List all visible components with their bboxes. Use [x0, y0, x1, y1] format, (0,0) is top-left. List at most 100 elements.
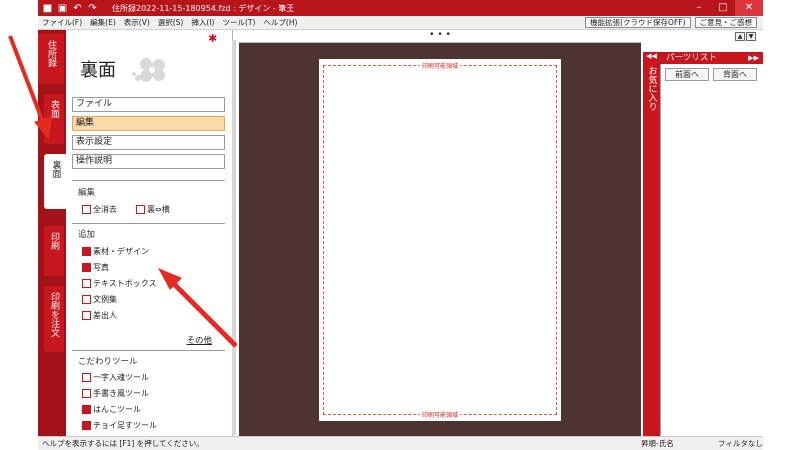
add-textbox-button[interactable]: テキストボックス — [82, 278, 157, 289]
printable-area — [323, 65, 557, 415]
status-bar: ヘルプを表示するには [F1] を押してください。 昇順-氏名 フィルタなし — [38, 436, 763, 450]
add-photo-label: 写真 — [93, 263, 109, 272]
choi-tashi-tool-label: チョイ足すツール — [93, 421, 157, 430]
orientation-button[interactable]: 裏⇔横 — [136, 204, 170, 215]
menu-file-button[interactable]: ファイル — [72, 97, 225, 112]
design-canvas[interactable]: 印刷可能領域 印刷可能領域 — [239, 43, 641, 436]
tab-front[interactable]: 表面 — [44, 94, 64, 144]
handwriting-tool-label: 手書き風ツール — [93, 389, 149, 398]
undo-icon[interactable]: ↶ — [72, 3, 83, 14]
printable-area-label-top: 印刷可能領域 — [419, 61, 461, 70]
close-button[interactable]: ✕ — [735, 0, 763, 16]
menu-bar: ファイル(F) 編集(E) 表示(V) 選択(S) 挿入(I) ツール(T) ヘ… — [38, 16, 763, 30]
stamp-tool-button[interactable]: はんこツール — [82, 404, 141, 415]
parts-list-title: パーツリスト — [666, 53, 717, 63]
sender-icon — [82, 311, 91, 320]
divider — [72, 350, 225, 351]
tab-print[interactable]: 印刷 — [44, 226, 64, 276]
add-section-heading: 追加 — [78, 230, 96, 240]
menu-right-buttons: 機能拡張(クラウド保存OFF) ご意見・ご感想 — [585, 17, 757, 28]
add-photo-button[interactable]: 写真 — [82, 262, 109, 273]
zoom-down-button[interactable]: ▼ — [746, 32, 756, 41]
add-material-design-button[interactable]: 素材・デザイン — [82, 246, 149, 257]
save-icon[interactable]: ▣ — [57, 3, 68, 14]
redo-icon[interactable]: ↷ — [87, 3, 98, 14]
brush-icon — [82, 373, 91, 382]
choi-tashi-tool-button[interactable]: チョイ足すツール — [82, 420, 157, 431]
mode-tabs: 住所録 表面 裏面 印刷 印刷を注文 — [38, 30, 67, 436]
tab-address-book[interactable]: 住所録 — [38, 34, 64, 84]
tab-order-print-label: 印刷を注文 — [49, 292, 59, 337]
menu-file[interactable]: ファイル(F) — [38, 17, 86, 28]
menu-edit[interactable]: 編集(E) — [86, 17, 120, 28]
add-material-design-label: 素材・デザイン — [93, 247, 149, 256]
menu-select[interactable]: 選択(S) — [154, 17, 188, 28]
menu-display-settings-button[interactable]: 表示設定 — [72, 135, 225, 150]
sample-text-icon — [82, 295, 91, 304]
sort-status: 昇順-氏名 — [641, 439, 674, 448]
add-sender-button[interactable]: 差出人 — [82, 310, 117, 321]
stamp-tool-label: はんこツール — [93, 405, 141, 414]
menu-insert[interactable]: 挿入(I) — [187, 17, 218, 28]
chevron-left-icon[interactable]: ◀◀ — [643, 52, 660, 63]
gear-icon[interactable]: ✱ — [208, 32, 217, 45]
material-icon — [82, 247, 91, 256]
flower-decoration-icon — [132, 58, 165, 82]
favorites-tab[interactable]: お気に入り — [643, 52, 660, 436]
textbox-icon — [82, 279, 91, 288]
extensions-button[interactable]: 機能拡張(クラウド保存OFF) — [585, 17, 691, 28]
divider — [72, 223, 225, 224]
menu-instructions-button[interactable]: 操作説明 — [72, 154, 225, 169]
postcard-back[interactable]: 印刷可能領域 印刷可能領域 — [319, 59, 561, 421]
zoom-up-button[interactable]: ▲ — [735, 32, 745, 41]
menu-view[interactable]: 表示(V) — [120, 17, 154, 28]
pen-icon — [82, 389, 91, 398]
window-title: 住所録2022-11-15-180954.fzd : デザイン - 筆王 — [112, 3, 295, 13]
stamp-icon — [82, 405, 91, 414]
panel-title: 裏面 — [80, 60, 116, 81]
menu-tools[interactable]: ツール(T) — [218, 17, 259, 28]
orientation-label: 裏⇔横 — [147, 205, 170, 214]
minimize-button[interactable]: – — [687, 0, 711, 16]
filter-status: フィルタなし — [718, 439, 763, 448]
left-panel-scrollbar[interactable] — [232, 40, 236, 435]
tab-address-book-label: 住所録 — [46, 40, 56, 67]
page-icon — [82, 205, 91, 214]
menu-edit-button[interactable]: 編集 — [72, 116, 225, 131]
window-controls: – □ ✕ — [687, 0, 763, 16]
app-window: ■ ▣ ↶ ↷ 住所録2022-11-15-180954.fzd : デザイン … — [0, 0, 800, 450]
add-sample-text-button[interactable]: 文例集 — [82, 294, 117, 305]
add-textbox-label: テキストボックス — [93, 279, 157, 288]
favorites-label: お気に入り — [646, 66, 657, 111]
photo-icon — [82, 263, 91, 272]
maximize-button[interactable]: □ — [711, 0, 735, 16]
tab-back-label: 裏面 — [50, 160, 61, 178]
edit-section-heading: 編集 — [78, 188, 96, 198]
left-panel: ✱ 裏面 ファイル 編集 表示設定 操作説明 編集 全消去 裏⇔横 追加 素材・… — [66, 30, 233, 436]
clear-all-button[interactable]: 全消去 — [82, 204, 117, 215]
chevron-right-icon[interactable]: ▶▶ — [748, 52, 759, 64]
parts-list-header: パーツリスト ▶▶ — [660, 52, 763, 64]
canvas-handle[interactable]: • • • — [239, 30, 641, 43]
tab-order-print[interactable]: 印刷を注文 — [44, 286, 64, 352]
add-sender-label: 差出人 — [93, 311, 117, 320]
title-bar: ■ ▣ ↶ ↷ 住所録2022-11-15-180954.fzd : デザイン … — [38, 0, 763, 16]
handwriting-tool-button[interactable]: 手書き風ツール — [82, 388, 149, 399]
parts-list-panel: 前面へ 背面へ — [660, 64, 763, 436]
bring-front-button[interactable]: 前面へ — [665, 68, 709, 81]
add-sample-text-label: 文例集 — [93, 295, 117, 304]
feedback-button[interactable]: ご意見・ご感想 — [694, 17, 757, 28]
printable-area-label-bottom: 印刷可能領域 — [419, 410, 461, 419]
zoom-controls: ▲ ▼ — [735, 32, 756, 41]
one-char-tool-label: 一字入魂ツール — [93, 373, 149, 382]
rotate-icon — [136, 205, 145, 214]
divider — [72, 180, 225, 181]
add-tool-icon — [82, 421, 91, 430]
one-char-tool-button[interactable]: 一字入魂ツール — [82, 372, 149, 383]
menu-help[interactable]: ヘルプ(H) — [259, 17, 301, 28]
more-link[interactable]: その他 — [186, 334, 212, 346]
help-hint: ヘルプを表示するには [F1] を押してください。 — [42, 439, 204, 448]
clear-all-label: 全消去 — [93, 205, 117, 214]
send-back-button[interactable]: 背面へ — [713, 68, 757, 81]
tab-back[interactable]: 裏面 — [44, 154, 67, 209]
